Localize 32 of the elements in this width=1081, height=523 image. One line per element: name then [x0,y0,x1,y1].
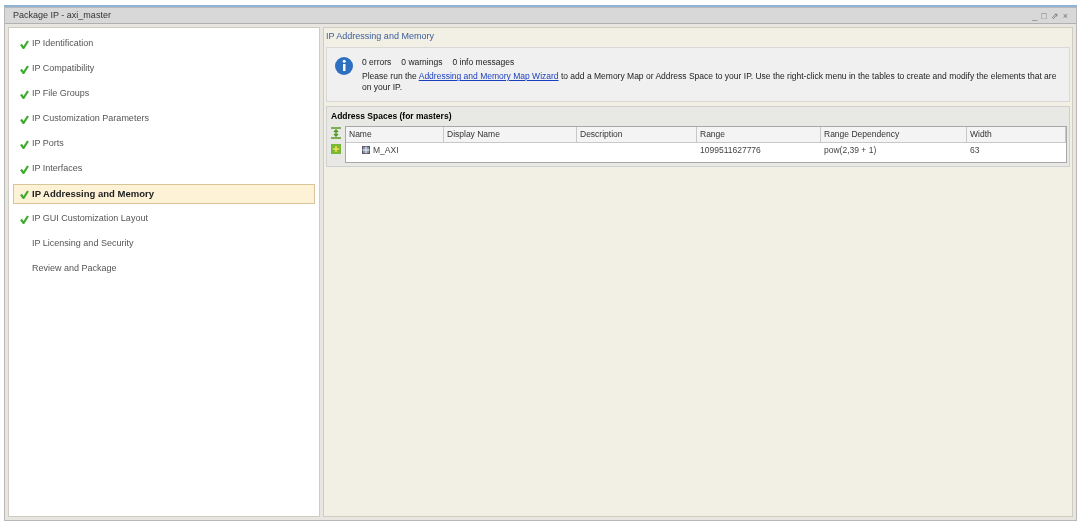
collapse-all-icon[interactable] [330,143,342,155]
wizard-link[interactable]: Addressing and Memory Map Wizard [418,71,559,82]
sidebar-item[interactable]: IP Compatibility [13,59,315,79]
column-header[interactable]: Description [577,127,697,142]
message-count: 0 errors [362,55,392,69]
section-heading: IP Addressing and Memory [326,30,434,43]
info-icon [334,55,354,76]
info-message: Please run the Addressing and Memory Map Wizard to add a Memory Map or Address Space to your IP. Use the right-click menu in the tables to create and modify the elements that are on your IP. [362,71,1058,94]
column-header[interactable]: Name [346,127,444,142]
sidebar-item[interactable]: IP Ports [13,134,315,154]
column-header[interactable]: Display Name [444,127,577,142]
table-cell: 63 [970,143,980,157]
sidebar-item[interactable]: IP Identification [13,34,315,54]
sidebar-item[interactable]: IP File Groups [13,84,315,104]
table-cell: 1099511627776 [700,143,761,157]
message-count: 0 info messages [452,55,515,69]
column-header[interactable]: Range Dependency [821,127,967,142]
sidebar-item[interactable]: Review and Package [13,259,315,279]
sidebar-item[interactable]: IP GUI Customization Layout [13,209,315,229]
sidebar-item[interactable]: IP Customization Parameters [13,109,315,129]
expand-all-icon[interactable] [330,127,342,139]
table-cell: pow(2,39 + 1) [824,143,877,157]
column-header[interactable]: Range [697,127,821,142]
grid-icon [362,146,370,155]
message-count: 0 warnings [401,55,443,69]
window-title: Package IP - axi_master [13,8,111,22]
table-title: Address Spaces (for masters) [330,110,453,124]
column-header[interactable]: Width [967,127,1066,142]
sidebar-item[interactable]: IP Licensing and Security [13,234,315,254]
table-cell: M_AXI [373,143,399,157]
sidebar-item[interactable]: IP Addressing and Memory [13,184,315,204]
sidebar-item[interactable]: IP Interfaces [13,159,315,179]
